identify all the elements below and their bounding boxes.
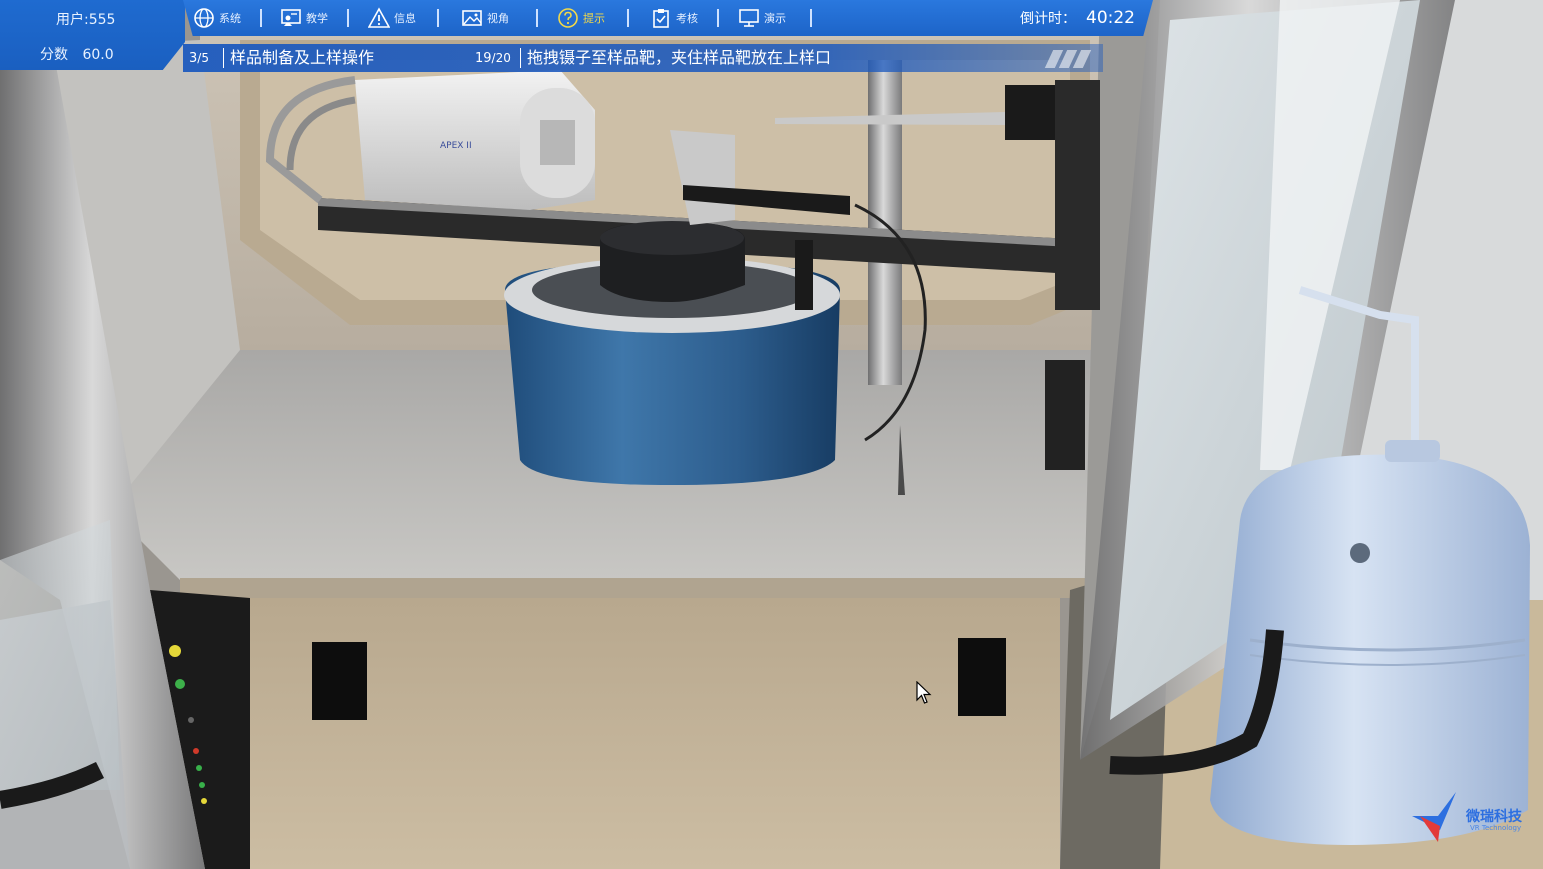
step-counter: 19/20 [475,44,511,72]
score-label: 分数 [40,47,68,63]
timer-label: 倒计时： [1020,11,1076,27]
user-field: 用户:555 [56,8,115,32]
stage-title: 样品制备及上样操作 [230,48,375,67]
toolbar-item-demo[interactable]: 演示 [738,4,786,32]
stage-total: /5 [197,51,209,65]
toolbar-item-teaching[interactable]: 教学 [280,4,328,32]
camera-label: APEX II [440,141,472,151]
lab-scene: APEX II [0,0,1543,869]
toolbar-item-label: 教学 [306,12,328,25]
monitor-icon [739,9,759,27]
brand-tagline: VR Technology [1470,824,1522,832]
task-progress-bar: 3/5 样品制备及上样操作 19/20 拖拽镊子至样品靶，夹住样品靶放在上样口 [183,44,1103,72]
toolbar-item-label: 提示 [583,12,605,25]
score-field: 分数 60.0 [40,43,114,67]
toolbar-item-label: 视角 [487,12,509,25]
toolbar-item-system[interactable]: 系统 [193,4,241,32]
stage-counter: 3/5 [189,44,209,72]
clipboard-icon [653,9,669,28]
teaching-icon [281,9,301,26]
countdown-timer: 倒计时： 40:22 [1020,4,1135,32]
toolbar-item-info[interactable]: 信息 [368,4,416,32]
timer-value: 40:22 [1086,8,1135,28]
user-info-panel: 用户:555 分数 60.0 [0,0,185,70]
help-icon [558,8,578,28]
globe-icon [194,8,214,28]
toolbar-item-label: 考核 [676,12,698,25]
step-instruction: 拖拽镊子至样品靶，夹住样品靶放在上样口 [527,48,832,67]
score-value: 60.0 [82,47,114,63]
brand-logo-icon [1412,792,1456,842]
toolbar-item-label: 演示 [764,12,786,25]
toolbar-item-label: 系统 [219,12,241,25]
toolbar-item-hint[interactable]: 提示 [557,4,605,32]
image-icon [462,10,482,26]
user-label: 用户: [56,12,89,28]
top-toolbar: 系统 教学 信息 视角 提示 考核 演示 倒计时： 40:22 [183,0,1153,36]
mouse-cursor-icon [916,681,932,704]
brand-name: 微瑞科技 [1466,809,1522,825]
step-total: /20 [491,51,511,65]
user-id: 555 [88,12,116,28]
toolbar-item-label: 信息 [394,12,416,25]
warning-icon [368,7,390,28]
toolbar-item-view[interactable]: 视角 [461,4,509,32]
step-current: 19 [475,51,492,66]
toolbar-item-exam[interactable]: 考核 [650,4,698,32]
